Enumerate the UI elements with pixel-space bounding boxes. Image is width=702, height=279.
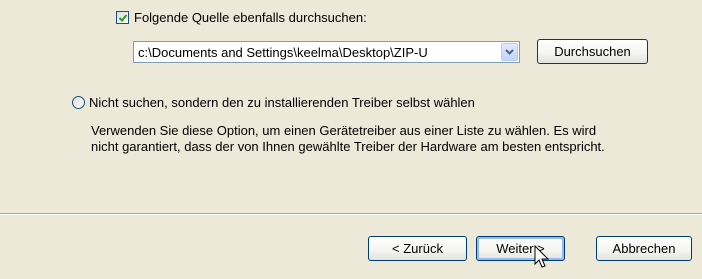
search-source-option[interactable]: Folgende Quelle ebenfalls durchsuchen: — [116, 8, 367, 26]
description-line: Verwenden Sie diese Option, um einen Ger… — [91, 123, 597, 138]
source-path-value[interactable]: c:\Documents and Settings\keelma\Desktop… — [134, 45, 501, 60]
chevron-down-icon — [505, 49, 514, 55]
manual-driver-description: Verwenden Sie diese Option, um einen Ger… — [91, 123, 691, 155]
browse-button[interactable]: Durchsuchen — [537, 39, 648, 64]
manual-driver-option[interactable]: Nicht suchen, sondern den zu installiere… — [72, 93, 475, 111]
source-path-combobox[interactable]: c:\Documents and Settings\keelma\Desktop… — [133, 41, 520, 63]
manual-driver-radio[interactable] — [72, 95, 85, 109]
search-source-label[interactable]: Folgende Quelle ebenfalls durchsuchen: — [134, 10, 367, 25]
description-line: nicht garantiert, dass der von Ihnen gew… — [91, 139, 605, 154]
manual-driver-label[interactable]: Nicht suchen, sondern den zu installiere… — [89, 95, 475, 110]
check-icon — [118, 13, 128, 22]
cancel-button[interactable]: Abbrechen — [596, 236, 692, 261]
combo-dropdown-button[interactable] — [501, 43, 518, 61]
back-button[interactable]: < Zurück — [368, 236, 467, 261]
search-source-checkbox[interactable] — [116, 10, 129, 24]
hand-pointer-icon — [533, 244, 553, 274]
